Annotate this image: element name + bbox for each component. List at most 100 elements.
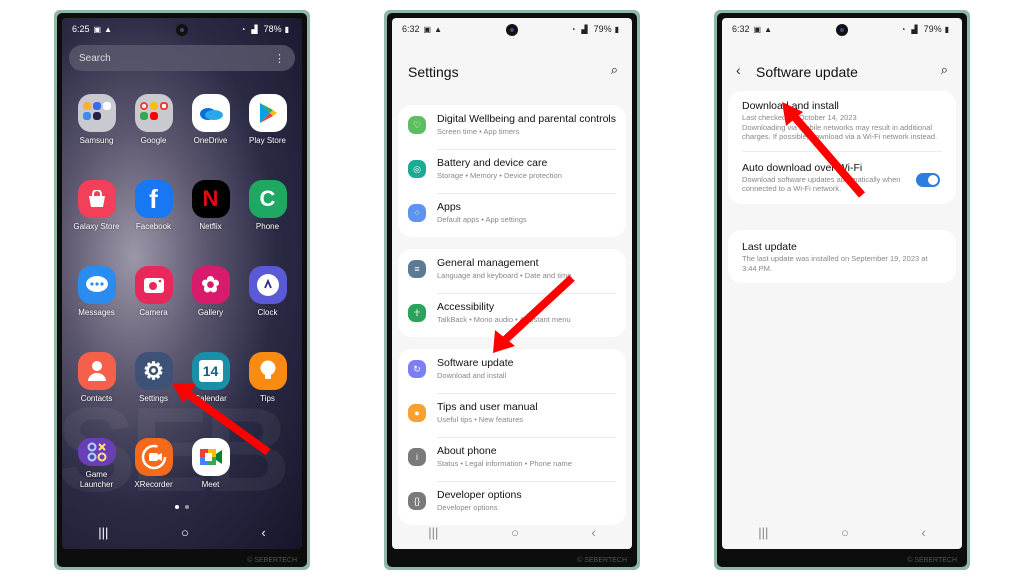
app-messages[interactable]: Messages xyxy=(68,266,125,318)
app-search-bar[interactable]: Search ⋮ xyxy=(69,45,295,71)
back-icon[interactable]: ‹ xyxy=(921,525,925,540)
last-update-item[interactable]: Last update The last update was installe… xyxy=(728,230,956,283)
settings-item-accessibility[interactable]: ☥ Accessibility TalkBack • Mono audio • A… xyxy=(398,293,626,337)
calendar-icon: 14 xyxy=(191,352,230,390)
settings-item-software-update[interactable]: ↻ Software update Download and install xyxy=(398,349,626,393)
accessibility-icon: ☥ xyxy=(408,304,426,322)
app-label: OneDrive xyxy=(193,136,228,145)
app-samsung[interactable]: Samsung xyxy=(68,94,125,146)
settings-item-developer-options[interactable]: {} Developer options Developer options xyxy=(398,481,626,525)
back-arrow-icon[interactable]: ‹ xyxy=(736,62,741,78)
app-contacts[interactable]: Contacts xyxy=(68,352,125,404)
more-options-icon[interactable]: ⋮ xyxy=(274,52,285,65)
samsung-folder-icon xyxy=(77,94,116,132)
item-subtitle: Language and keyboard • Date and time xyxy=(437,271,572,280)
item-subtitle: Download software updates automatically … xyxy=(742,174,901,194)
app-gallery[interactable]: ✿ Gallery xyxy=(182,266,239,318)
home-icon[interactable]: ○ xyxy=(511,525,519,540)
app-label: Samsung xyxy=(79,136,114,145)
app-label: Contacts xyxy=(80,394,113,403)
app-label: Gallery xyxy=(197,308,224,317)
recent-apps-icon[interactable]: ||| xyxy=(98,525,108,540)
item-subtitle: Developer options xyxy=(437,503,498,512)
page-indicator xyxy=(62,505,302,509)
item-title: Auto download over Wi-Fi xyxy=(742,161,863,174)
app-onedrive[interactable]: OneDrive xyxy=(182,94,239,146)
phone-icon: C xyxy=(248,180,287,218)
app-label: Calendar xyxy=(194,394,227,403)
navigation-bar: ||| ○ ‹ xyxy=(392,521,632,543)
mobile-data-note: Downloading via mobile networks may resu… xyxy=(742,122,938,142)
update-options-group: Download and install Last checked on Oct… xyxy=(728,91,956,204)
item-subtitle: The last update was installed on Septemb… xyxy=(742,254,928,273)
battery-icon: ▮ xyxy=(944,24,949,34)
status-time: 6:25 xyxy=(72,24,90,34)
home-icon[interactable]: ○ xyxy=(841,525,849,540)
page-title: Software update xyxy=(756,64,858,80)
digital-wellbeing-icon: ♡ xyxy=(408,116,426,134)
settings-group-1: ♡ Digital Wellbeing and parental control… xyxy=(398,105,626,237)
auto-download-wifi-item[interactable]: Auto download over Wi-Fi Download softwa… xyxy=(728,150,956,204)
meet-icon xyxy=(191,438,230,476)
item-subtitle: Useful tips • New features xyxy=(437,415,523,424)
battery-percent: 79% xyxy=(923,24,942,34)
settings-icon: ⚙ xyxy=(134,352,173,390)
item-title: Developer options xyxy=(437,489,522,501)
google-folder-icon xyxy=(134,94,173,132)
search-icon[interactable]: ⌕ xyxy=(611,62,618,78)
app-xrecorder[interactable]: XRecorder xyxy=(125,438,182,490)
settings-item-about-phone[interactable]: i About phone Status • Legal information … xyxy=(398,437,626,481)
front-camera xyxy=(506,24,518,36)
page-dot-active[interactable] xyxy=(175,505,179,509)
item-title: About phone xyxy=(437,445,497,457)
search-icon[interactable]: ⌕ xyxy=(941,62,948,78)
tips-manual-icon: ● xyxy=(408,404,426,422)
phone-settings-screen: 6:32 ▣ ▲ ◔ ▟ 79% ▮ Settings ⌕ ♡ Digital … xyxy=(384,10,640,570)
app-label: Game Launcher xyxy=(79,470,114,489)
settings-item-general-management[interactable]: ≡ General management Language and keyboar… xyxy=(398,249,626,293)
app-phone[interactable]: C Phone xyxy=(239,180,296,232)
app-netflix[interactable]: N Netflix xyxy=(182,180,239,232)
auto-download-toggle[interactable] xyxy=(916,172,940,187)
back-icon[interactable]: ‹ xyxy=(261,525,265,540)
image-notification-icon: ▣ xyxy=(753,24,762,34)
app-clock[interactable]: Clock xyxy=(239,266,296,318)
app-label: Tips xyxy=(260,394,275,403)
app-galaxy-store[interactable]: Galaxy Store xyxy=(68,180,125,232)
item-title: Last update xyxy=(742,241,797,253)
watermark: © SEBERTECH xyxy=(577,557,627,564)
xrecorder-icon xyxy=(134,438,173,476)
settings-item-apps[interactable]: ⁘ Apps Default apps • App settings xyxy=(398,193,626,237)
settings-item-battery-device-care[interactable]: ◎ Battery and device care Storage • Memor… xyxy=(398,149,626,193)
front-camera xyxy=(176,24,188,36)
battery-percent: 79% xyxy=(593,24,612,34)
item-title: Tips and user manual xyxy=(437,401,538,413)
settings-item-tips-user-manual[interactable]: ● Tips and user manual Useful tips • New … xyxy=(398,393,626,437)
recent-apps-icon[interactable]: ||| xyxy=(428,525,438,540)
battery-icon: ▮ xyxy=(284,24,289,34)
app-facebook[interactable]: f Facebook xyxy=(125,180,182,232)
app-grid: Samsung Google OneDrive Play Store Galax… xyxy=(68,94,296,490)
app-settings[interactable]: ⚙ Settings xyxy=(125,352,182,404)
back-icon[interactable]: ‹ xyxy=(591,525,595,540)
camera-icon xyxy=(134,266,173,304)
galaxy-store-icon xyxy=(77,180,116,218)
page-dot[interactable] xyxy=(185,505,189,509)
home-icon[interactable]: ○ xyxy=(181,525,189,540)
app-calendar[interactable]: 14 Calendar xyxy=(182,352,239,404)
recent-apps-icon[interactable]: ||| xyxy=(758,525,768,540)
app-label: Settings xyxy=(139,394,168,403)
app-camera[interactable]: Camera xyxy=(125,266,182,318)
app-label: Play Store xyxy=(249,136,286,145)
software-update-screen: 6:32 ▣ ▲ ◔ ▟ 79% ▮ ‹ Software update ⌕ D… xyxy=(722,18,962,549)
item-title: General management xyxy=(437,257,539,269)
settings-item-digital-wellbeing[interactable]: ♡ Digital Wellbeing and parental control… xyxy=(398,105,626,149)
app-google[interactable]: Google xyxy=(125,94,182,146)
app-meet[interactable]: Meet xyxy=(182,438,239,490)
status-time: 6:32 xyxy=(732,24,750,34)
download-and-install-item[interactable]: Download and install Last checked on Oct… xyxy=(728,91,956,151)
status-time: 6:32 xyxy=(402,24,420,34)
app-game-launcher[interactable]: Game Launcher xyxy=(68,438,125,490)
app-tips[interactable]: Tips xyxy=(239,352,296,404)
app-play-store[interactable]: Play Store xyxy=(239,94,296,146)
